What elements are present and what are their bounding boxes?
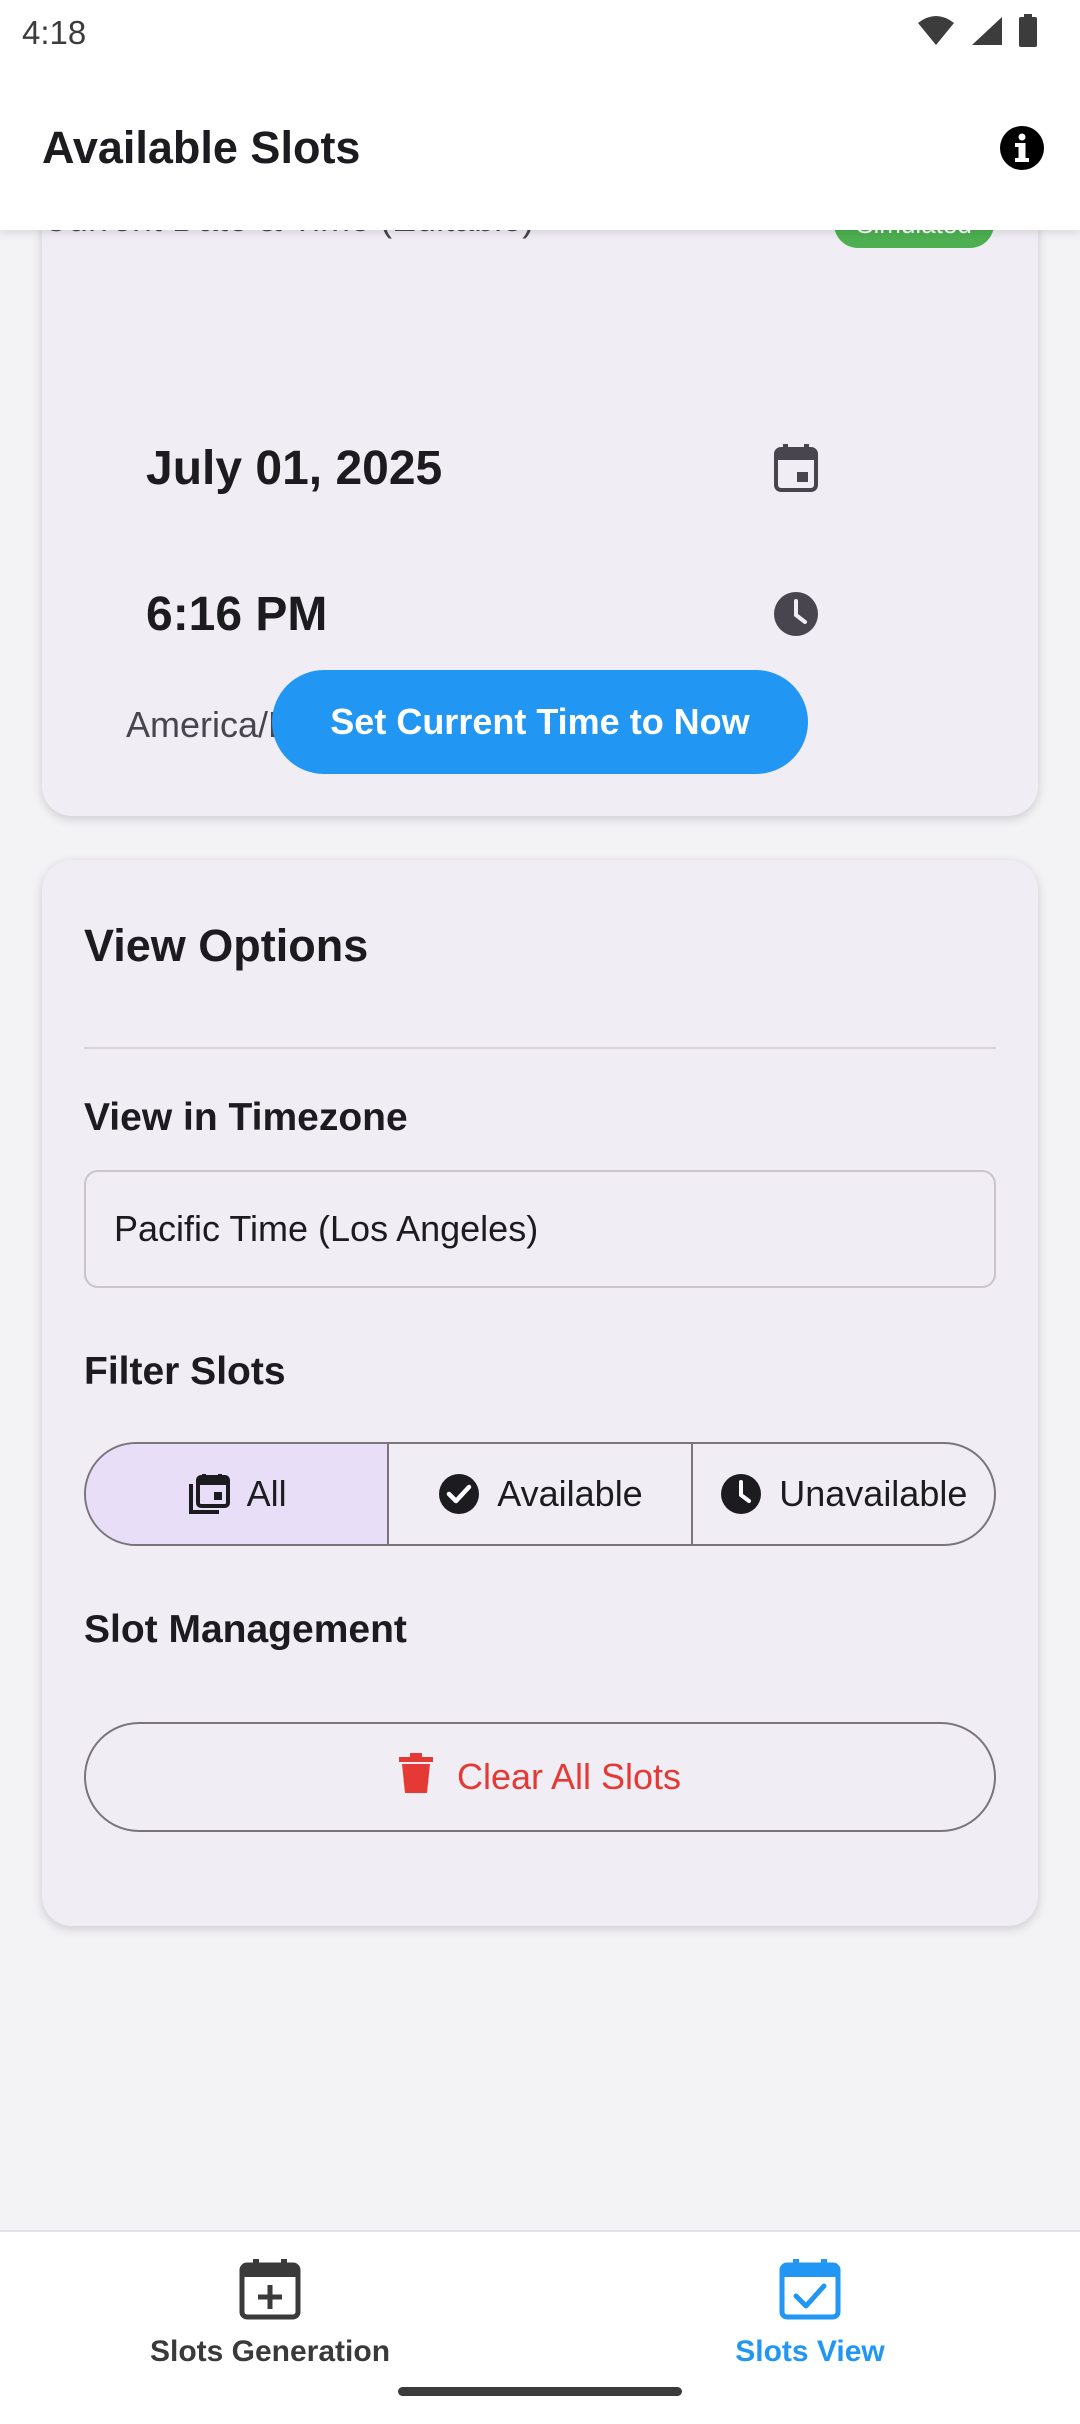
filter-label: Filter Slots xyxy=(84,1350,286,1393)
clear-all-slots-button[interactable]: Clear All Slots xyxy=(84,1722,996,1832)
calendar-check-icon xyxy=(779,2258,841,2325)
timezone-select[interactable]: Pacific Time (Los Angeles) xyxy=(84,1170,996,1288)
slot-management-label: Slot Management xyxy=(84,1608,407,1651)
nav-slots-generation-label: Slots Generation xyxy=(149,2335,391,2368)
status-icons xyxy=(916,13,1038,53)
timezone-label: View in Timezone xyxy=(84,1096,408,1139)
filter-available-label: Available xyxy=(497,1473,643,1514)
time-picker[interactable]: 6:16 PM xyxy=(104,554,824,674)
signal-icon xyxy=(970,15,1004,52)
divider xyxy=(84,1047,996,1049)
date-picker[interactable]: July 01, 2025 xyxy=(104,408,824,528)
filter-unavailable-button[interactable]: Unavailable xyxy=(693,1444,994,1544)
check-circle-icon xyxy=(437,1472,481,1516)
status-bar: 4:18 xyxy=(0,0,1080,66)
filter-segmented-control: All Available Unavailable xyxy=(84,1442,996,1546)
view-options-title: View Options xyxy=(84,920,369,971)
trash-icon xyxy=(398,1752,433,1802)
screen: 4:18 Available Slots July 01, 2025 6:16 … xyxy=(0,0,1080,2424)
set-current-time-button[interactable]: Set Current Time to Now xyxy=(272,670,808,774)
info-icon[interactable] xyxy=(994,120,1050,176)
filter-all-label: All xyxy=(246,1473,287,1514)
wifi-icon xyxy=(916,15,956,52)
view-options-card: View Options View in Timezone Pacific Ti… xyxy=(42,860,1038,1926)
clear-all-slots-label: Clear All Slots xyxy=(456,1756,682,1797)
filter-unavailable-label: Unavailable xyxy=(779,1473,968,1514)
timezone-select-value: Pacific Time (Los Angeles) xyxy=(114,1208,539,1249)
status-time: 4:18 xyxy=(22,14,87,51)
page-title: Available Slots xyxy=(42,122,361,173)
app-bar: Available Slots xyxy=(0,66,1080,230)
filter-available-button[interactable]: Available xyxy=(389,1444,693,1544)
battery-icon xyxy=(1018,13,1038,53)
nav-slots-view-label: Slots View xyxy=(735,2335,885,2368)
home-indicator[interactable] xyxy=(398,2387,682,2396)
filter-all-button[interactable]: All xyxy=(86,1444,390,1544)
clock-icon[interactable] xyxy=(768,586,824,642)
calendar-icon[interactable] xyxy=(768,440,824,496)
time-value: 6:16 PM xyxy=(146,587,328,641)
date-value: July 01, 2025 xyxy=(146,441,443,495)
calendar-add-icon xyxy=(239,2258,301,2325)
clock-icon xyxy=(719,1472,763,1516)
calendar-stack-icon xyxy=(187,1472,231,1516)
